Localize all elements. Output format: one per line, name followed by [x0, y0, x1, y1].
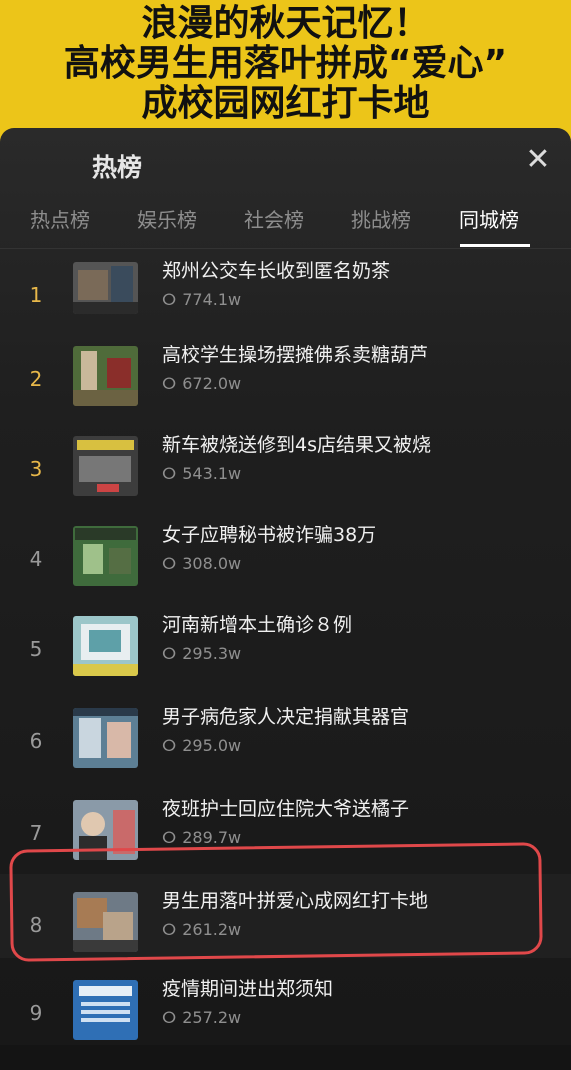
list-item[interactable]: 1 郑州公交车长收到匿名奶茶 ⵔ 774.1w [0, 260, 571, 352]
heat-number: 257.2w [182, 1008, 242, 1027]
heat-value: ⵔ 774.1w [162, 290, 241, 309]
flame-icon: ⵔ [162, 1008, 177, 1027]
headline-line-2: 高校男生用落叶拼成“爱心” [63, 43, 508, 84]
thumbnail-image [73, 708, 138, 768]
item-title: 夜班护士回应住院大爷送橘子 [162, 798, 410, 820]
heat-number: 672.0w [182, 374, 242, 393]
item-title: 疫情期间进出郑须知 [162, 978, 334, 1000]
flame-icon: ⵔ [162, 290, 177, 309]
item-title: 河南新增本土确诊８例 [162, 614, 353, 636]
list-item[interactable]: 3 新车被烧送修到4s店结果又被烧 ⵔ 543.1w [0, 434, 571, 526]
flame-icon: ⵔ [162, 464, 177, 483]
rank-number: 2 [29, 367, 43, 391]
heat-number: 774.1w [182, 290, 242, 309]
tab-bar: 热点榜 娱乐榜 社会榜 挑战榜 同城榜 [0, 200, 571, 248]
flame-icon: ⵔ [162, 554, 177, 573]
heat-value: ⵔ 672.0w [162, 374, 241, 393]
heat-value: ⵔ 289.7w [162, 828, 241, 847]
tab-hot[interactable]: 热点榜 [30, 200, 90, 240]
heat-value: ⵔ 308.0w [162, 554, 241, 573]
thumbnail-image [73, 346, 138, 406]
heat-value: ⵔ 295.3w [162, 644, 241, 663]
heat-number: 308.0w [182, 554, 242, 573]
thumbnail-image [73, 436, 138, 496]
rank-number: 9 [29, 1001, 43, 1025]
flame-icon: ⵔ [162, 374, 177, 393]
rank-number: 5 [29, 637, 43, 661]
list-item[interactable]: 6 男子病危家人决定捐献其器官 ⵔ 295.0w [0, 706, 571, 798]
highlight-circle-annotation [9, 842, 543, 962]
flame-icon: ⵔ [162, 736, 177, 755]
tab-entertainment[interactable]: 娱乐榜 [137, 200, 197, 240]
rank-number: 4 [29, 547, 43, 571]
list-item[interactable]: 9 疫情期间进出郑须知 ⵔ 257.2w [0, 978, 571, 1070]
heat-value: ⵔ 295.0w [162, 736, 241, 755]
panel-title: 热榜 [92, 153, 143, 182]
list-item[interactable]: 4 女子应聘秘书被诈骗38万 ⵔ 308.0w [0, 524, 571, 616]
rank-number: 3 [29, 457, 43, 481]
item-title: 男子病危家人决定捐献其器官 [162, 706, 410, 728]
tab-local[interactable]: 同城榜 [459, 200, 519, 240]
heat-value: ⵔ 543.1w [162, 464, 241, 483]
tab-challenge[interactable]: 挑战榜 [351, 200, 411, 240]
heat-number: 289.7w [182, 828, 242, 847]
list-item[interactable]: 5 河南新增本土确诊８例 ⵔ 295.3w [0, 614, 571, 706]
rank-number: 1 [29, 283, 43, 307]
headline-line-1: 浪漫的秋天记忆！ [141, 3, 430, 44]
tab-society[interactable]: 社会榜 [244, 200, 304, 240]
heat-value: ⵔ 257.2w [162, 1008, 241, 1027]
rank-number: 6 [29, 729, 43, 753]
item-title: 郑州公交车长收到匿名奶茶 [162, 260, 391, 282]
flame-icon: ⵔ [162, 644, 177, 663]
active-tab-indicator [460, 244, 530, 247]
thumbnail-image [73, 526, 138, 586]
item-title: 新车被烧送修到4s店结果又被烧 [162, 434, 431, 456]
thumbnail-image [73, 980, 138, 1040]
flame-icon: ⵔ [162, 828, 177, 847]
tab-divider [0, 248, 571, 249]
heat-number: 543.1w [182, 464, 242, 483]
heat-number: 295.0w [182, 736, 242, 755]
list-item[interactable]: 2 高校学生操场摆摊佛系卖糖葫芦 ⵔ 672.0w [0, 344, 571, 436]
item-title: 女子应聘秘书被诈骗38万 [162, 524, 377, 546]
close-icon[interactable]: ✕ [524, 145, 552, 175]
heat-number: 295.3w [182, 644, 242, 663]
item-title: 高校学生操场摆摊佛系卖糖葫芦 [162, 344, 429, 366]
rank-number: 7 [29, 821, 43, 845]
thumbnail-image [73, 616, 138, 676]
headline-line-3: 成校园网红打卡地 [141, 83, 430, 124]
thumbnail-image [73, 262, 138, 314]
